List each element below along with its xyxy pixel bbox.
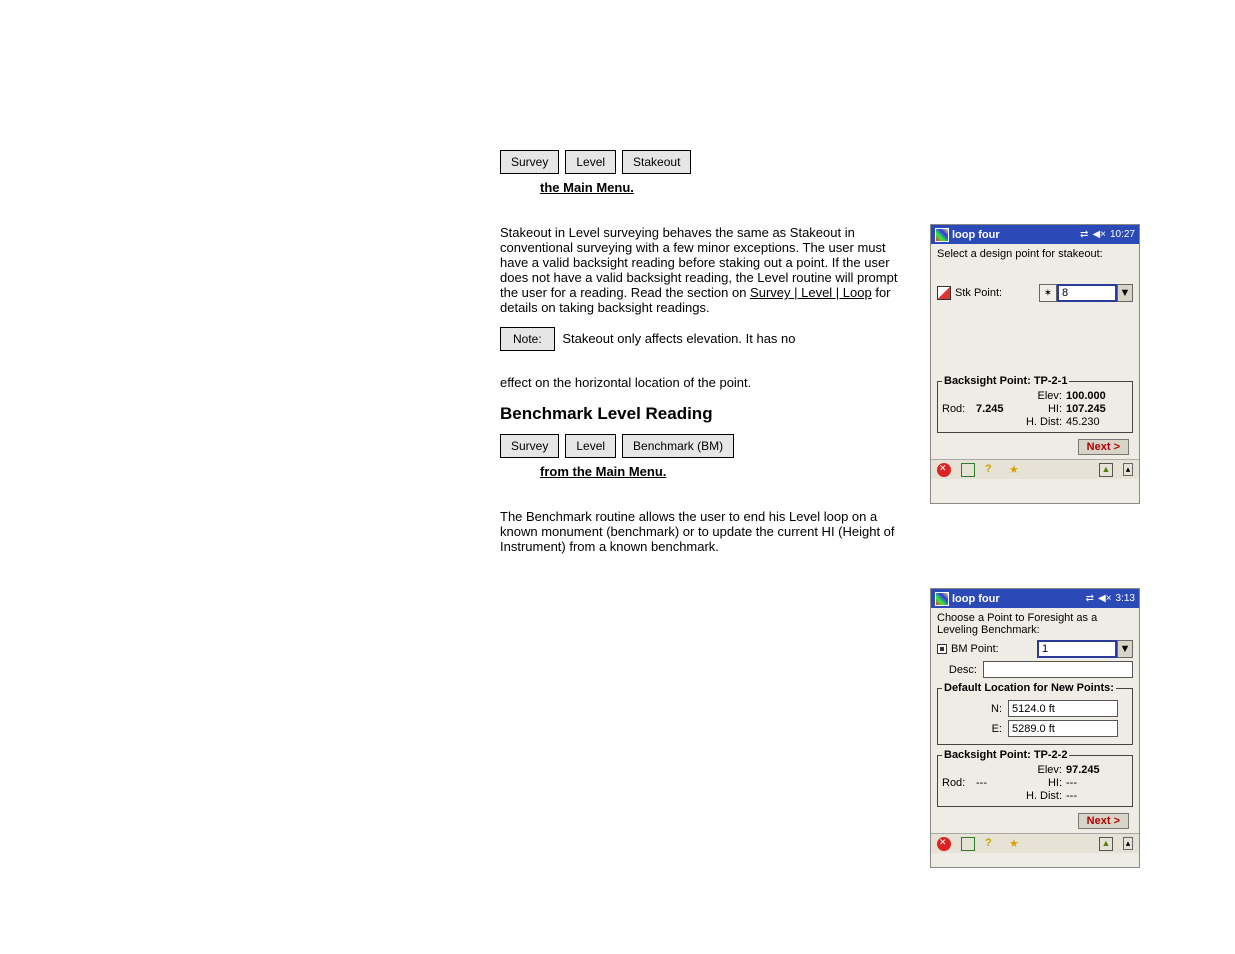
close-icon[interactable] [937,463,951,477]
elev-val-2: 97.245 [1066,764,1112,776]
elev-label-2: Elev: [1020,764,1062,776]
clock-1: 10:27 [1110,229,1135,240]
notes-icon-2[interactable] [961,837,975,851]
note-continued: effect on the horizontal location of the… [500,375,900,390]
desc-label: Desc: [937,664,977,676]
hd-label-2: H. Dist: [1020,790,1062,802]
backsight-group-2: Backsight Point: TP-2-2 Elev: 97.245 Rod… [937,749,1133,807]
default-location-group: Default Location for New Points: N: E: [937,682,1133,745]
section-header-benchmark: Benchmark Level Reading [500,404,900,424]
e-input[interactable] [1008,720,1118,737]
windows-flag-icon-2 [935,592,949,606]
rod-val-2: --- [976,777,1016,789]
title-1: loop four [952,229,1080,241]
n-label: N: [942,703,1002,715]
backsight-legend-2: Backsight Point: TP-2-2 [942,749,1069,761]
menu-chip-benchmark: Benchmark (BM) [622,434,734,458]
next-button-2[interactable]: Next > [1078,813,1129,829]
bm-point-row: BM Point: ▼ [937,640,1133,658]
menu-chip-stakeout: Stakeout [622,150,691,174]
hd-val-1: 45.230 [1066,416,1112,428]
titlebar-2: loop four ⇄ ◀× 3:13 [931,589,1139,608]
sip-up-icon[interactable]: ▴ [1123,463,1133,476]
menu-caption-2: from the Main Menu. [540,464,900,479]
stk-pin-icon [937,286,951,300]
backsight-legend-1: Backsight Point: TP-2-1 [942,375,1069,387]
menu-chip-survey: Survey [500,150,559,174]
hi-label-2: HI: [1020,777,1062,789]
bm-point-input[interactable] [1037,640,1117,658]
stk-point-row: Stk Point: ✶ ▼ [937,284,1133,302]
clock-2: 3:13 [1116,593,1135,604]
menu-chip-survey-2: Survey [500,434,559,458]
client-area-2: Choose a Point to Foresight as a Levelin… [931,608,1139,833]
elev-label-1: Elev: [1020,390,1062,402]
rod-label-2: Rod: [942,777,972,789]
stakeout-paragraph: Stakeout in Level surveying behaves the … [500,225,900,315]
e-label: E: [942,723,1002,735]
left-text-block: Survey Level Stakeout the Main Menu. Sta… [500,150,900,564]
bm-dropdown[interactable]: ▼ [1117,640,1133,658]
rod-val-1: 7.245 [976,403,1016,415]
hd-val-2: --- [1066,790,1112,802]
note-chip: Note: [500,327,555,351]
menu-breadcrumb-2: Survey Level Benchmark (BM) [500,434,900,458]
note-text: Stakeout only affects elevation. It has … [562,331,795,346]
bm-point-label: BM Point: [951,643,999,655]
stk-point-input[interactable] [1057,284,1117,302]
menu-chip-level-2: Level [565,434,616,458]
help-icon-2[interactable]: ? [985,837,999,851]
close-icon-2[interactable] [937,837,951,851]
titlebar-1: loop four ⇄ ◀× 10:27 [931,225,1139,244]
star-icon[interactable]: ★ [1009,463,1023,477]
bm-pin-icon [937,644,947,654]
hi-val-2: --- [1066,777,1112,789]
hi-val-1: 107.245 [1066,403,1112,415]
volume-icon: ◀× [1092,229,1106,240]
stk-dropdown[interactable]: ▼ [1117,284,1133,302]
stk-point-label: Stk Point: [955,287,1002,299]
warning-icon-2[interactable]: ▲ [1099,837,1113,851]
windows-flag-icon [935,228,949,242]
title-2: loop four [952,593,1086,605]
menu-caption-1: the Main Menu. [540,180,900,195]
hi-label-1: HI: [1020,403,1062,415]
para1-link[interactable]: Survey | Level | Loop [750,285,872,300]
status-icons-1: ⇄ ◀× 10:27 [1080,229,1135,240]
instruction-1: Select a design point for stakeout: [937,248,1133,260]
help-icon[interactable]: ? [985,463,999,477]
note-row: Note: Stakeout only affects elevation. I… [500,327,900,351]
desc-input[interactable] [983,661,1133,678]
star-icon-2[interactable]: ★ [1009,837,1023,851]
backsight-group-1: Backsight Point: TP-2-1 Elev: 100.000 Ro… [937,375,1133,433]
hd-label-1: H. Dist: [1020,416,1062,428]
instruction-2: Choose a Point to Foresight as a Levelin… [937,612,1133,636]
menu-breadcrumb-1: Survey Level Stakeout [500,150,900,174]
client-area-1: Select a design point for stakeout: Stk … [931,244,1139,459]
volume-icon-2: ◀× [1098,593,1112,604]
elev-val-1: 100.000 [1066,390,1112,402]
map-pick-icon[interactable]: ✶ [1039,284,1057,302]
pda-benchmark-screen: loop four ⇄ ◀× 3:13 Choose a Point to Fo… [930,588,1140,868]
sip-up-icon-2[interactable]: ▴ [1123,837,1133,850]
rod-label-1: Rod: [942,403,972,415]
status-icons-2: ⇄ ◀× 3:13 [1086,593,1135,604]
next-button-1[interactable]: Next > [1078,439,1129,455]
notes-icon[interactable] [961,463,975,477]
desc-row: Desc: [937,661,1133,678]
default-location-legend: Default Location for New Points: [942,682,1116,694]
sync-icon: ⇄ [1080,229,1088,240]
n-input[interactable] [1008,700,1118,717]
benchmark-paragraph: The Benchmark routine allows the user to… [500,509,900,554]
sync-icon-2: ⇄ [1086,593,1094,604]
toolbar-1: ? ★ ▲ ▴ [931,459,1139,479]
pda-stakeout-screen: loop four ⇄ ◀× 10:27 Select a design poi… [930,224,1140,504]
warning-icon[interactable]: ▲ [1099,463,1113,477]
menu-chip-level: Level [565,150,616,174]
toolbar-2: ? ★ ▲ ▴ [931,833,1139,853]
